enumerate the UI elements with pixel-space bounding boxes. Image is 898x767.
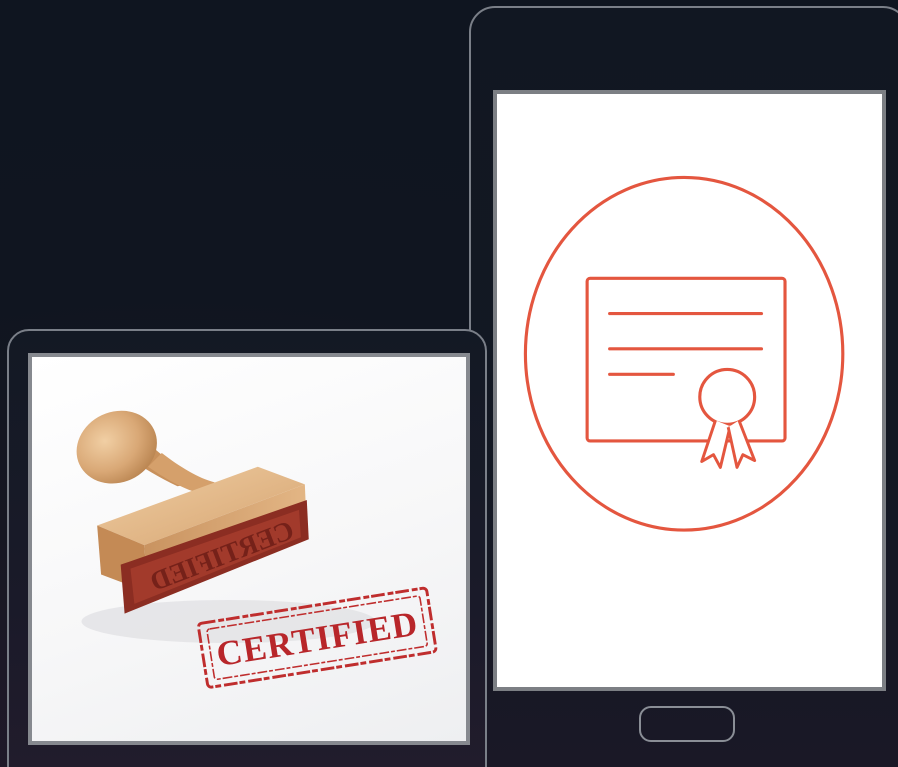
certificate-icon <box>523 175 845 532</box>
certificate-seal <box>698 367 757 426</box>
certificate-ribbon-right <box>726 419 757 469</box>
certificate-circle <box>523 175 845 532</box>
home-button[interactable] <box>639 706 735 742</box>
phone-screen <box>493 90 886 691</box>
certificate-ribbon-left <box>700 419 732 469</box>
certificate-document <box>585 276 787 443</box>
rubber-stamp-photo: CERTIFIED CERTIFIED <box>76 410 438 689</box>
tablet-screen: CERTIFIED CERTIFIED <box>28 353 470 745</box>
stamp-knob <box>76 410 157 484</box>
